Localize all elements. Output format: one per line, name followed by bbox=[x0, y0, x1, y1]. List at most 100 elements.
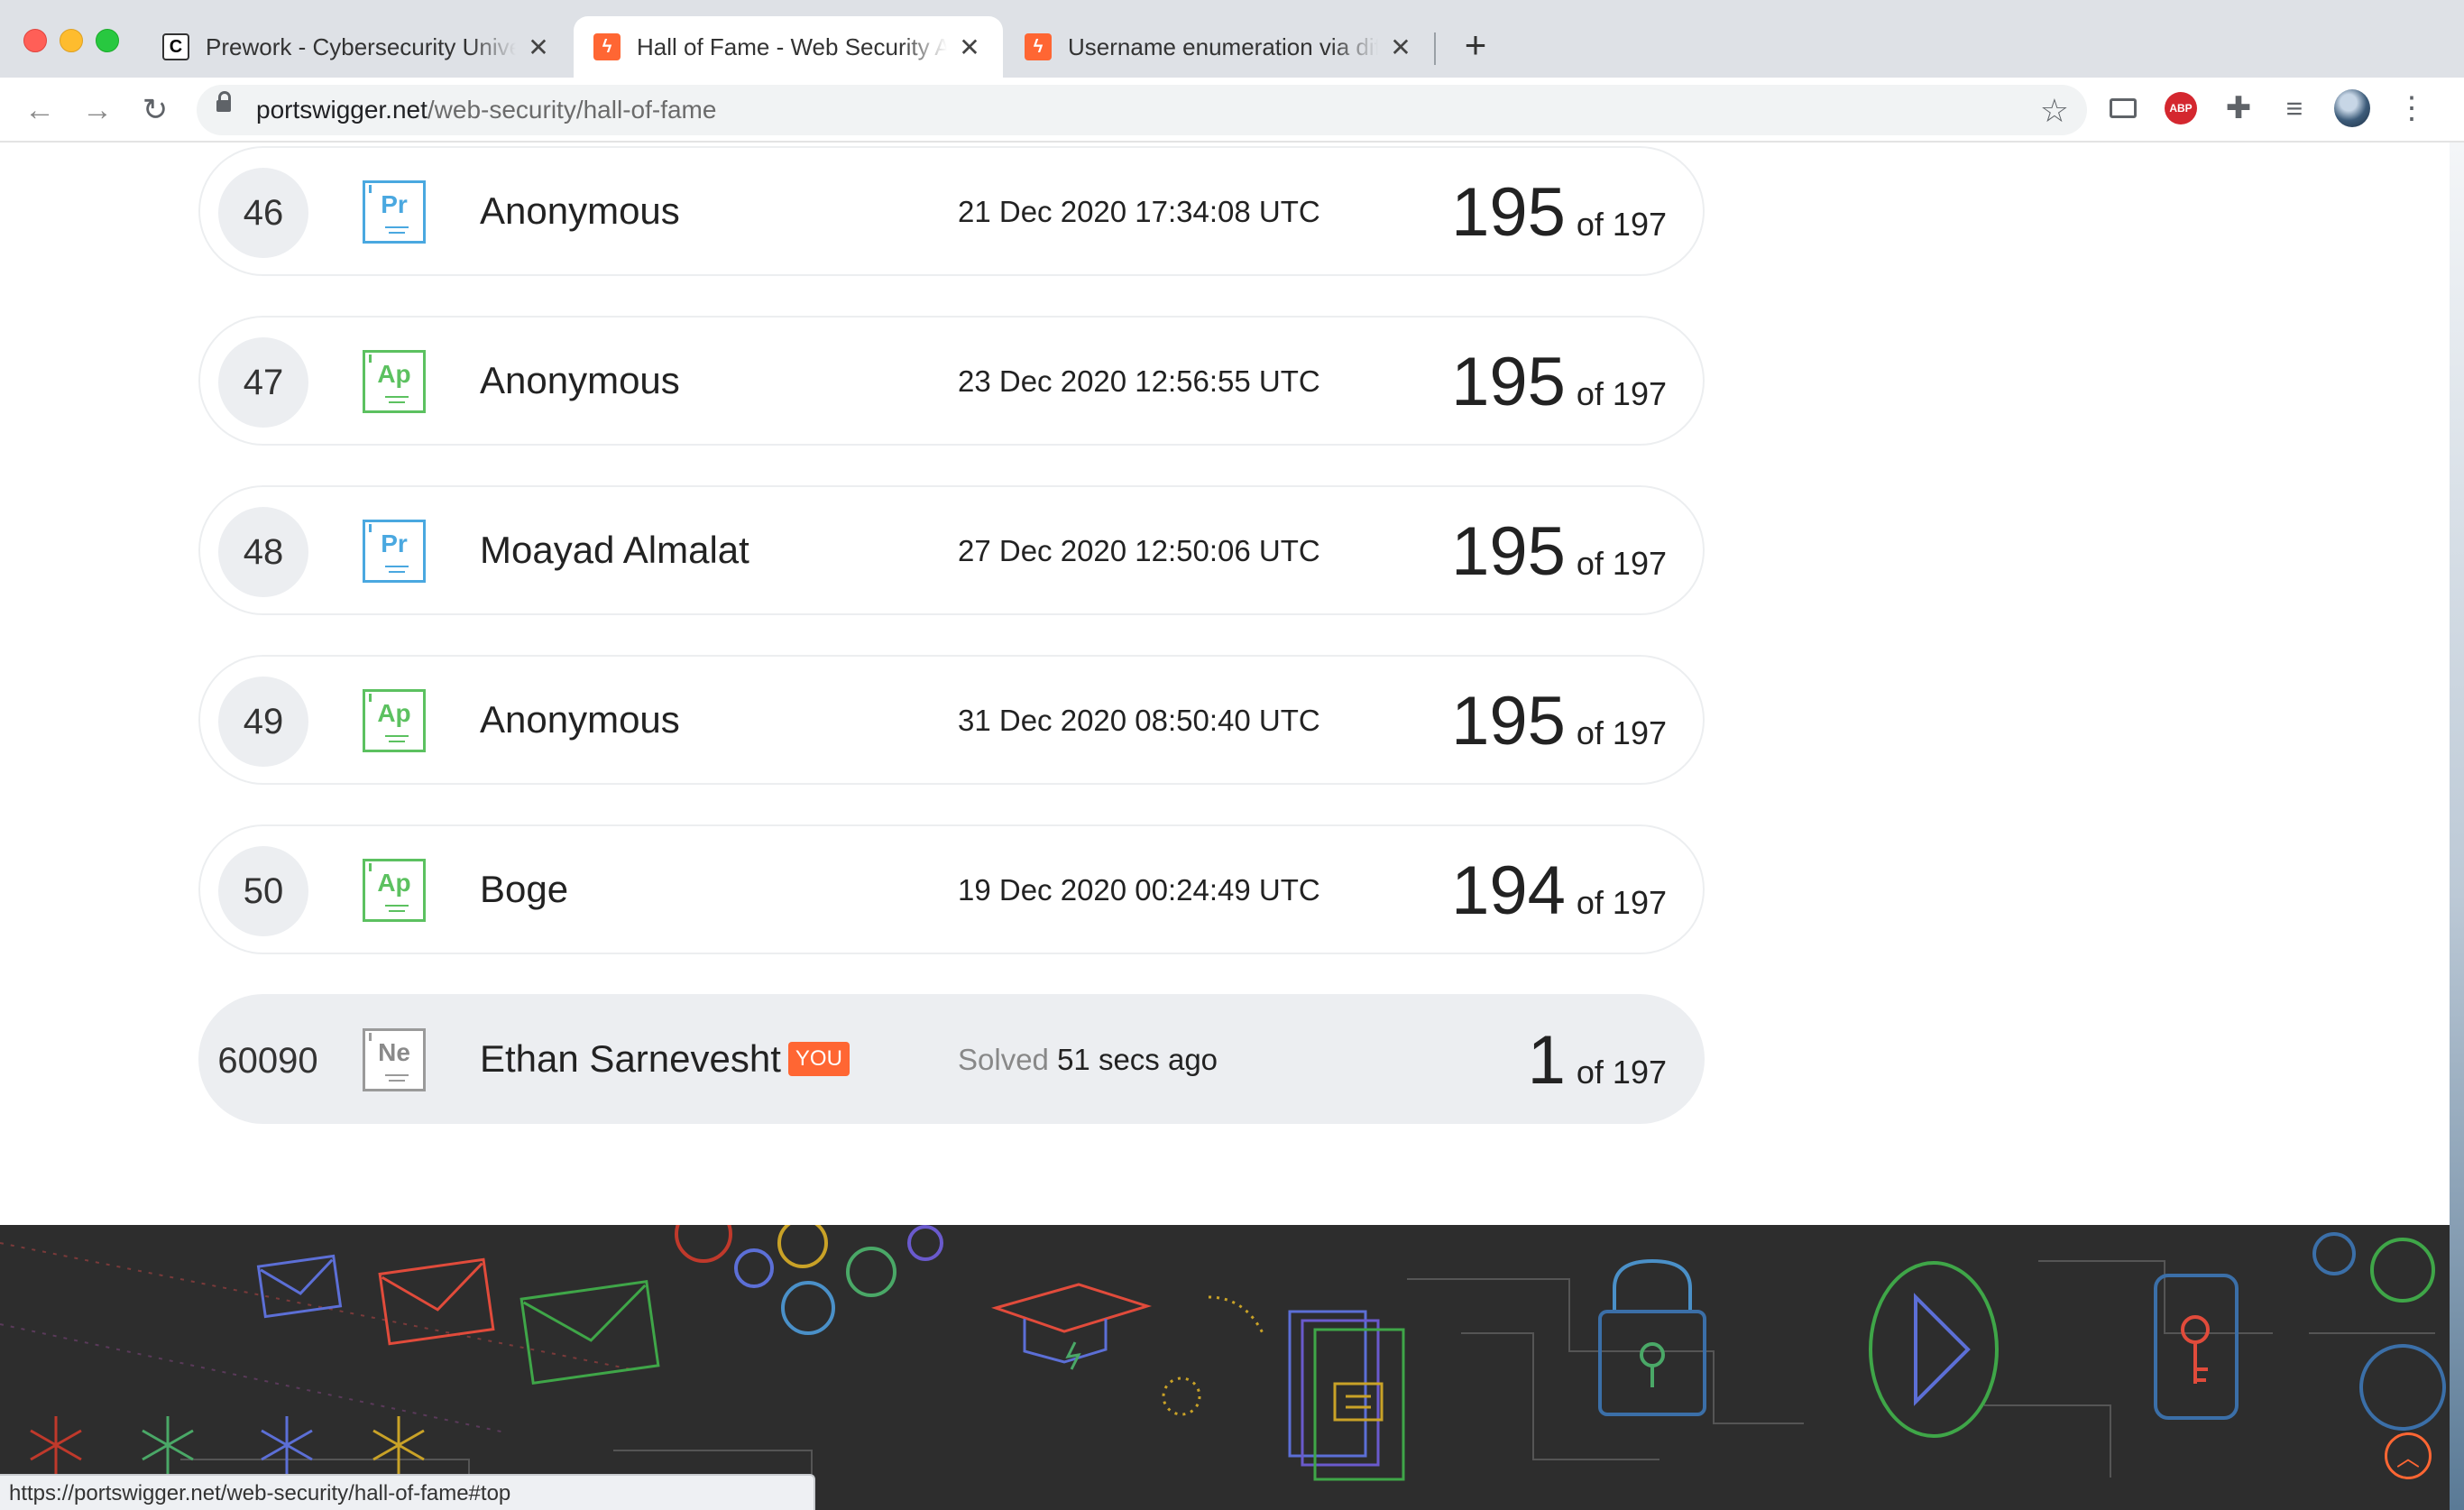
extensions-puzzle-icon[interactable]: ✚ bbox=[2220, 90, 2257, 126]
chevron-up-icon: ︿ bbox=[2395, 1443, 2420, 1471]
completion-date: 31 Dec 2020 08:50:40 UTC bbox=[958, 704, 1320, 737]
badge-symbol: Ap bbox=[377, 869, 411, 897]
level-badge-icon: Pr bbox=[363, 180, 426, 244]
solved-label: Solved bbox=[958, 1043, 1049, 1076]
scroll-to-top-button[interactable]: ︿ bbox=[2385, 1432, 2432, 1479]
rank-number: 46 bbox=[218, 168, 308, 258]
completion-date: 27 Dec 2020 12:50:06 UTC bbox=[958, 534, 1320, 567]
padlock-icon bbox=[1598, 1258, 1706, 1416]
score: 1 of 197 bbox=[1528, 1021, 1667, 1100]
adblock-plus-icon[interactable]: ABP bbox=[2163, 90, 2199, 126]
rank-number: 60090 bbox=[217, 1040, 318, 1081]
back-arrow-icon[interactable]: ← bbox=[20, 90, 60, 130]
score: 194 of 197 bbox=[1451, 852, 1667, 930]
leaderboard-row: 49 Ap Anonymous 31 Dec 2020 08:50:40 UTC… bbox=[198, 655, 1705, 785]
new-tab-button[interactable]: + bbox=[1457, 23, 1494, 67]
close-icon[interactable]: ✕ bbox=[956, 32, 983, 62]
address-bar[interactable]: portswigger.net/web-security/hall-of-fam… bbox=[197, 85, 2087, 135]
profile-avatar[interactable] bbox=[2334, 89, 2370, 127]
level-badge-icon: Ap bbox=[363, 689, 426, 752]
window-minimize-button[interactable] bbox=[60, 29, 83, 52]
player-name-text: Ethan Sarnevesht bbox=[480, 1037, 781, 1080]
footer-illustration bbox=[0, 1225, 2450, 1510]
leaderboard-row: 47 Ap Anonymous 23 Dec 2020 12:56:55 UTC… bbox=[198, 316, 1705, 446]
score-value: 195 bbox=[1451, 513, 1566, 590]
score-total: of 197 bbox=[1576, 1054, 1667, 1091]
graduation-cap-icon bbox=[990, 1283, 1153, 1370]
browser-menu-icon[interactable]: ⋮ bbox=[2394, 90, 2430, 126]
completion-date: 23 Dec 2020 12:56:55 UTC bbox=[958, 364, 1320, 398]
url-text[interactable]: portswigger.net/web-security/hall-of-fam… bbox=[256, 96, 716, 124]
score: 195 of 197 bbox=[1451, 512, 1667, 591]
your-rank-row: 60090 Ne Ethan Sarnevesht YOU Solved 51 … bbox=[198, 994, 1705, 1124]
player-name: Boge bbox=[480, 868, 568, 911]
player-name: Anonymous bbox=[480, 698, 680, 741]
solved-time-value: 51 secs ago bbox=[1057, 1043, 1218, 1076]
badge-symbol: Ne bbox=[378, 1038, 410, 1066]
leaderboard-row: 46 Pr Anonymous 21 Dec 2020 17:34:08 UTC… bbox=[198, 146, 1705, 276]
badge-symbol: Pr bbox=[381, 529, 408, 557]
books-icon bbox=[1162, 1295, 1405, 1481]
score-value: 1 bbox=[1527, 1022, 1566, 1099]
reload-icon[interactable]: ↻ bbox=[135, 90, 175, 130]
player-name-text: Boge bbox=[480, 868, 569, 910]
window-zoom-button[interactable] bbox=[96, 29, 119, 52]
portswigger-favicon-icon: ϟ bbox=[593, 33, 621, 60]
cast-tab-icon[interactable] bbox=[2105, 90, 2141, 126]
leaderboard-row: 48 Pr Moayad Almalat 27 Dec 2020 12:50:0… bbox=[198, 485, 1705, 615]
adblock-label: ABP bbox=[2165, 92, 2197, 124]
desktop-background-strip bbox=[2450, 143, 2464, 1510]
score-total: of 197 bbox=[1576, 206, 1667, 243]
lock-icon bbox=[216, 91, 231, 112]
tab-title: Username enumeration via different respo… bbox=[1068, 32, 1378, 60]
tab-prework[interactable]: C Prework - Cybersecurity University ✕ bbox=[143, 16, 572, 78]
rank-number: 50 bbox=[218, 846, 308, 936]
media-control-icon[interactable]: ≡ bbox=[2276, 90, 2312, 126]
bookmark-star-icon[interactable]: ☆ bbox=[2040, 92, 2069, 130]
play-button-icon bbox=[1869, 1261, 1999, 1438]
close-icon[interactable]: ✕ bbox=[1387, 32, 1414, 62]
level-badge-icon: Ap bbox=[363, 859, 426, 922]
score-value: 195 bbox=[1451, 683, 1566, 760]
player-name-text: Anonymous bbox=[480, 698, 680, 741]
score-value: 195 bbox=[1451, 344, 1566, 420]
tab-title: Hall of Fame - Web Security Academy bbox=[637, 32, 947, 60]
forward-arrow-icon[interactable]: → bbox=[78, 90, 117, 130]
score-total: of 197 bbox=[1576, 375, 1667, 412]
player-name: Anonymous bbox=[480, 359, 680, 402]
player-name-text: Anonymous bbox=[480, 359, 680, 401]
completion-date: 21 Dec 2020 17:34:08 UTC bbox=[958, 195, 1320, 228]
rank-number: 47 bbox=[218, 337, 308, 428]
completion-date: 19 Dec 2020 00:24:49 UTC bbox=[958, 873, 1320, 907]
tab-username-enumeration[interactable]: ϟ Username enumeration via different res… bbox=[1005, 16, 1434, 78]
footer-artwork bbox=[0, 1225, 2446, 1496]
you-badge: YOU bbox=[787, 1042, 850, 1076]
player-name: Ethan Sarnevesht YOU bbox=[480, 1037, 850, 1081]
window-close-button[interactable] bbox=[23, 29, 47, 52]
score-value: 195 bbox=[1451, 174, 1566, 251]
status-bar-url: https://portswigger.net/web-security/hal… bbox=[0, 1474, 815, 1510]
url-host: portswigger.net bbox=[256, 96, 428, 124]
portswigger-favicon-icon: ϟ bbox=[1025, 33, 1052, 60]
cyber-favicon-icon: C bbox=[162, 33, 189, 60]
url-path: /web-security/hall-of-fame bbox=[427, 96, 717, 124]
badge-symbol: Ap bbox=[377, 360, 411, 388]
tab-hall-of-fame[interactable]: ϟ Hall of Fame - Web Security Academy ✕ bbox=[574, 16, 1003, 78]
score: 195 of 197 bbox=[1451, 173, 1667, 252]
mobile-phone-icon bbox=[2154, 1274, 2239, 1420]
score-value: 194 bbox=[1451, 852, 1566, 929]
player-name: Anonymous bbox=[480, 189, 680, 233]
score: 195 of 197 bbox=[1451, 343, 1667, 421]
badge-symbol: Ap bbox=[377, 699, 411, 727]
score-total: of 197 bbox=[1576, 545, 1667, 582]
envelope-icons bbox=[256, 1254, 660, 1385]
rank-number: 49 bbox=[218, 677, 308, 767]
player-name-text: Moayad Almalat bbox=[480, 529, 749, 571]
score-total: of 197 bbox=[1576, 714, 1667, 751]
tab-separator bbox=[1434, 32, 1436, 65]
solved-time: Solved 51 secs ago bbox=[958, 1043, 1218, 1077]
close-icon[interactable]: ✕ bbox=[525, 32, 552, 62]
gear-icons bbox=[675, 1225, 2446, 1431]
leaderboard-row: 50 Ap Boge 19 Dec 2020 00:24:49 UTC 194 o… bbox=[198, 824, 1705, 954]
player-name-text: Anonymous bbox=[480, 189, 680, 232]
